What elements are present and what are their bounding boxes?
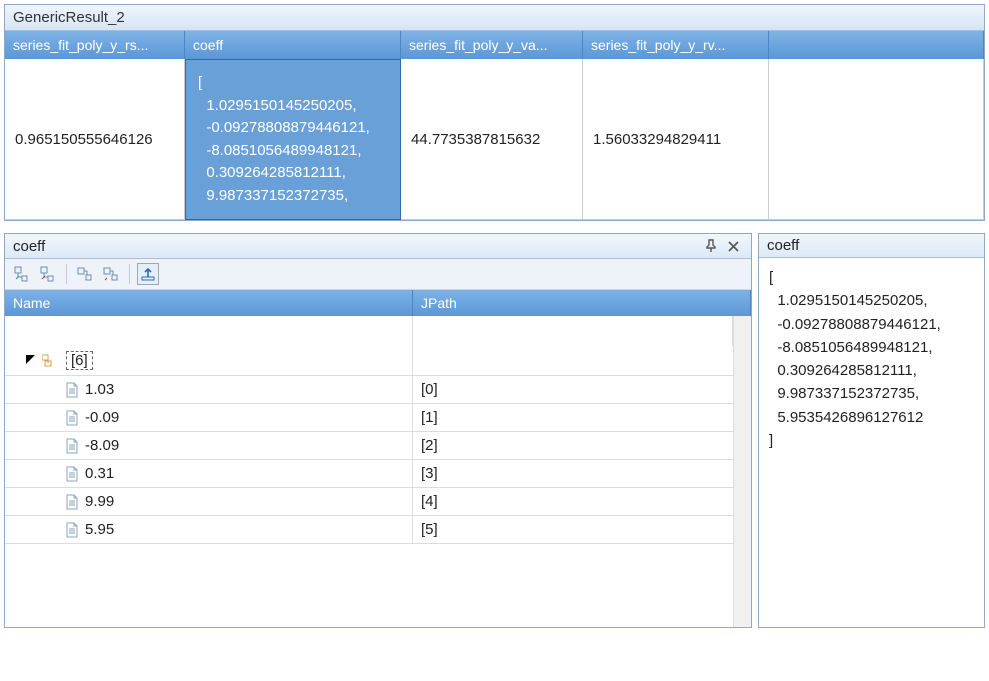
tree-collapse-icon — [39, 265, 57, 283]
scroll-thumb[interactable] — [734, 316, 751, 627]
tree-body: [6] 1.03 [0] -0.09 [1] — [5, 316, 751, 627]
tree-item-row[interactable]: 0.31 [3] — [5, 460, 733, 488]
document-icon — [65, 466, 79, 482]
cell-va[interactable]: 44.7735387815632 — [401, 59, 583, 220]
document-icon — [65, 382, 79, 398]
document-icon — [65, 410, 79, 426]
close-button[interactable] — [723, 237, 743, 255]
expand-all-button[interactable] — [11, 263, 33, 285]
results-grid-panel: GenericResult_2 series_fit_poly_y_rs... … — [4, 4, 985, 221]
document-icon — [65, 494, 79, 510]
array-icon — [42, 354, 58, 368]
tree-item-jpath: [5] — [413, 516, 733, 543]
grid-row[interactable]: 0.965150555646126 [ 1.0295150145250205, … — [5, 59, 984, 220]
document-icon — [65, 438, 79, 454]
col-header-va[interactable]: series_fit_poly_y_va... — [401, 31, 583, 59]
col-header-rs[interactable]: series_fit_poly_y_rs... — [5, 31, 185, 59]
document-icon — [65, 522, 79, 538]
tree-item-value: 9.99 — [85, 493, 114, 510]
tree-item-jpath: [2] — [413, 432, 733, 459]
detail-text[interactable]: [ 1.0295150145250205, -0.092788088794461… — [759, 258, 984, 460]
tree-toolbar — [5, 259, 751, 290]
tree-panel-label: coeff — [13, 238, 701, 255]
cell-coeff-value: [ 1.0295150145250205, -0.092788088794461… — [196, 70, 372, 209]
expand-node-icon — [76, 265, 94, 283]
panel-title: GenericResult_2 — [5, 5, 984, 31]
col-header-rv[interactable]: series_fit_poly_y_rv... — [583, 31, 769, 59]
export-icon — [140, 267, 156, 281]
collapse-node-button[interactable] — [100, 263, 122, 285]
cell-rs[interactable]: 0.965150555646126 — [5, 59, 185, 220]
tree-root-jpath — [413, 346, 733, 375]
cell-rv[interactable]: 1.56033294829411 — [583, 59, 769, 220]
tree-item-row[interactable]: 9.99 [4] — [5, 488, 733, 516]
tree-rows: [6] 1.03 [0] -0.09 [1] — [5, 316, 733, 627]
tree-item-value: -0.09 — [85, 409, 119, 426]
expand-toggle-icon[interactable] — [25, 352, 36, 369]
detail-panel: coeff [ 1.0295150145250205, -0.092788088… — [758, 233, 985, 628]
tree-item-value: -8.09 — [85, 437, 119, 454]
tree-col-jpath[interactable]: JPath — [413, 290, 751, 316]
cell-spare — [769, 59, 984, 220]
tree-panel: coeff — [4, 233, 752, 628]
collapse-all-button[interactable] — [37, 263, 59, 285]
tree-item-jpath: [4] — [413, 488, 733, 515]
tree-item-row[interactable]: -8.09 [2] — [5, 432, 733, 460]
detail-panel-title: coeff — [759, 234, 984, 258]
cell-rv-value: 1.56033294829411 — [593, 131, 721, 148]
close-icon — [728, 241, 739, 252]
tree-item-row[interactable]: 5.95 [5] — [5, 516, 733, 544]
export-button[interactable] — [137, 263, 159, 285]
tree-item-jpath: [0] — [413, 376, 733, 403]
pin-icon — [705, 239, 717, 253]
tree-blank-row — [5, 316, 733, 346]
tree-item-value: 1.03 — [85, 381, 114, 398]
tree-item-row[interactable]: 1.03 [0] — [5, 376, 733, 404]
cell-va-value: 44.7735387815632 — [411, 131, 540, 148]
tree-item-jpath: [3] — [413, 460, 733, 487]
tree-root-label: [6] — [66, 351, 93, 370]
expand-node-button[interactable] — [74, 263, 96, 285]
grid-header: series_fit_poly_y_rs... coeff series_fit… — [5, 31, 984, 59]
tree-scrollbar[interactable] — [733, 316, 751, 627]
tree-item-value: 0.31 — [85, 465, 114, 482]
tree-item-row[interactable]: -0.09 [1] — [5, 404, 733, 432]
tree-item-jpath: [1] — [413, 404, 733, 431]
bottom-area: coeff — [4, 233, 985, 628]
col-header-spare — [769, 31, 984, 59]
tree-header: Name JPath — [5, 290, 751, 316]
detail-panel-label: coeff — [767, 237, 976, 254]
pin-button[interactable] — [701, 237, 721, 255]
tree-col-name[interactable]: Name — [5, 290, 413, 316]
tree-root-row[interactable]: [6] — [5, 346, 733, 376]
col-header-coeff[interactable]: coeff — [185, 31, 401, 59]
tree-panel-title: coeff — [5, 234, 751, 259]
cell-coeff[interactable]: [ 1.0295150145250205, -0.092788088794461… — [185, 59, 401, 220]
toolbar-sep — [66, 264, 67, 284]
toolbar-sep-2 — [129, 264, 130, 284]
collapse-node-icon — [102, 265, 120, 283]
tree-expand-icon — [13, 265, 31, 283]
tree-item-value: 5.95 — [85, 521, 114, 538]
cell-rs-value: 0.965150555646126 — [15, 131, 153, 148]
